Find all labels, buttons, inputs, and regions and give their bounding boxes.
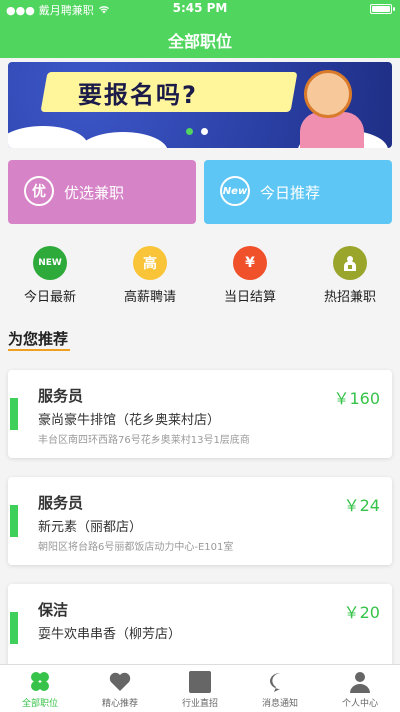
new-icon: NEW [33,246,67,280]
carousel-dots [186,128,208,135]
section-underline [8,349,70,351]
category-high-pay[interactable]: 高 高薪聘请 [100,246,200,310]
job-title: 服务员 [38,387,84,405]
person-icon [348,671,372,693]
category-label: 今日最新 [23,290,76,305]
banner-text: 要报名吗? [78,81,198,109]
job-price: ￥24 [343,496,380,515]
job-card[interactable]: 服务员 ￥160 豪尚豪牛排馆（花乡奥莱村店） 丰台区南四环西路76号花乡奥莱村… [8,370,392,458]
job-card[interactable]: 保洁 ￥20 耍牛欢串串香（柳芳店） [8,584,392,672]
carousel-dot-active[interactable] [186,128,193,135]
job-address: 丰台区南四环西路76号花乡奥莱村13号1层底商 [38,435,250,446]
job-company: 耍牛欢串串香（柳芳店） [38,627,182,642]
job-card[interactable]: 服务员 ￥24 新元素（丽都店） 朝阳区将台路6号丽都饭店动力中心-E101室 [8,477,392,565]
battery-icon [370,4,395,14]
category-daily-settle[interactable]: ¥ 当日结算 [200,246,300,310]
promo-tile-label: 今日推荐 [260,184,321,202]
tab-industry[interactable]: 行业直招 [160,665,240,712]
category-hot-jobs[interactable]: 热招兼职 [300,246,400,310]
banner-carousel[interactable]: 要报名吗? [8,62,392,148]
clover-icon [28,671,52,693]
job-price: ￥160 [333,389,380,408]
job-company: 新元素（丽都店） [38,520,143,535]
app-screen: ●●● 戴月聘兼职 5:45 PM 全部职位 要报名吗? 优 优选兼职 New … [0,0,400,712]
card-accent-bar [10,612,18,644]
category-row: NEW 今日最新 高 高薪聘请 ¥ 当日结算 热招兼职 [0,246,400,310]
tab-recommend[interactable]: 精心推荐 [80,665,160,712]
card-accent-bar [10,398,18,430]
job-title: 保洁 [38,601,69,619]
job-title: 服务员 [38,494,84,512]
high-pay-icon: 高 [133,246,167,280]
promo-tile-label: 优选兼职 [64,184,125,202]
category-today-new[interactable]: NEW 今日最新 [0,246,100,310]
carousel-dot[interactable] [201,128,208,135]
tab-profile[interactable]: 个人中心 [320,665,400,712]
chat-icon [268,671,292,693]
cloud-decoration [78,132,168,148]
tab-label: 精心推荐 [101,699,138,709]
promo-tile-jinri[interactable]: New 今日推荐 [204,160,392,224]
job-price: ￥20 [343,603,380,622]
tab-label: 个人中心 [341,699,378,709]
tab-all-jobs[interactable]: 全部职位 [0,665,80,712]
cloud-decoration [8,126,88,148]
job-address: 朝阳区将台路6号丽都饭店动力中心-E101室 [38,542,234,553]
tab-label: 全部职位 [21,699,58,709]
tab-label: 行业直招 [181,699,218,709]
page-title: 全部职位 [167,32,232,51]
tab-messages[interactable]: 消息通知 [240,665,320,712]
promo-tile-youxuan[interactable]: 优 优选兼职 [8,160,196,224]
square-icon [188,671,212,693]
card-accent-bar [10,505,18,537]
section-title: 为您推荐 [8,330,69,348]
category-label: 热招兼职 [323,290,376,305]
status-bar: ●●● 戴月聘兼职 5:45 PM [0,0,400,18]
top-bar: ●●● 戴月聘兼职 5:45 PM 全部职位 [0,0,400,58]
yuan-icon: ¥ [233,246,267,280]
heart-icon [108,671,132,693]
cartoon-girl-head [304,70,352,118]
status-time: 5:45 PM [172,1,228,15]
tab-bar: 全部职位 精心推荐 行业直招 消息通知 个人中心 [0,664,400,712]
new-badge-icon: New [220,176,250,206]
worker-icon [333,246,367,280]
category-label: 高薪聘请 [123,290,176,305]
you-badge-icon: 优 [24,176,54,206]
job-company: 豪尚豪牛排馆（花乡奥莱村店） [38,413,221,428]
tab-label: 消息通知 [261,699,298,709]
category-label: 当日结算 [223,290,276,305]
